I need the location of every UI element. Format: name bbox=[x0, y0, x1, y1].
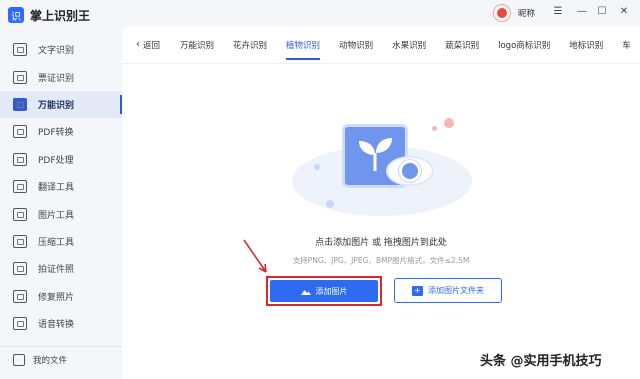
sidebar-item-label: 图片工具 bbox=[38, 210, 75, 221]
recognition-tabs: ‹ 返回 万能识别 花卉识别 植物识别 动物识别 水果识别 蔬菜识别 logo商… bbox=[122, 26, 640, 64]
decor-dot bbox=[432, 126, 437, 131]
tab-universal[interactable]: 万能识别 bbox=[180, 26, 214, 63]
decor-dot bbox=[444, 118, 454, 128]
add-image-button[interactable]: 添加图片 bbox=[270, 280, 378, 302]
sidebar-item-label: 压缩工具 bbox=[38, 237, 75, 248]
upload-hint[interactable]: 点击添加图片 或 拖拽图片到此处 bbox=[122, 235, 640, 248]
sidebar-item-voice-convert[interactable]: 语音转换 bbox=[0, 310, 122, 337]
sidebar-item-label: 拍证件照 bbox=[38, 265, 75, 276]
user-nickname[interactable]: 昵称 bbox=[518, 7, 535, 19]
camera-icon bbox=[13, 97, 27, 111]
sidebar-item-label: 翻译工具 bbox=[38, 183, 75, 194]
sidebar-item-text-recognition[interactable]: 文字识别 bbox=[0, 36, 122, 63]
plant-upload-illustration bbox=[292, 96, 482, 226]
sidebar-item-label: 万能识别 bbox=[38, 100, 75, 111]
avatar[interactable] bbox=[493, 4, 511, 22]
sidebar-item-my-files[interactable]: 我的文件 bbox=[0, 346, 122, 372]
plus-icon: + bbox=[412, 285, 423, 296]
sidebar: 识 掌上识别王 文字识别 票证识别 万能识别 PDF转换 PDF处理 翻译工具 … bbox=[0, 0, 122, 379]
compress-icon bbox=[13, 234, 27, 248]
tab-fruit[interactable]: 水果识别 bbox=[392, 26, 426, 63]
watermark: 头条 @实用手机技巧 bbox=[480, 354, 602, 369]
decor-dot bbox=[326, 200, 334, 208]
back-button[interactable]: ‹ 返回 bbox=[122, 26, 180, 63]
tab-logo[interactable]: logo商标识别 bbox=[498, 26, 550, 63]
sidebar-item-label: PDF转换 bbox=[38, 128, 74, 139]
sidebar-item-label: 语音转换 bbox=[38, 320, 75, 331]
sidebar-item-label: 文字识别 bbox=[38, 46, 75, 57]
sidebar-item-label: 票证识别 bbox=[38, 73, 75, 84]
app-brand: 识 掌上识别王 bbox=[8, 4, 90, 26]
sidebar-item-image-tools[interactable]: 图片工具 bbox=[0, 200, 122, 227]
tab-vegetable[interactable]: 蔬菜识别 bbox=[445, 26, 479, 63]
add-folder-label: 添加图片文件夹 bbox=[428, 286, 484, 295]
app-title: 掌上识别王 bbox=[30, 8, 91, 23]
sidebar-item-label: PDF处理 bbox=[38, 155, 74, 166]
pdf-convert-icon bbox=[13, 125, 27, 139]
sidebar-item-universal-recognition[interactable]: 万能识别 bbox=[0, 90, 122, 119]
sidebar-item-pdf-process[interactable]: PDF处理 bbox=[0, 146, 122, 173]
tab-animal[interactable]: 动物识别 bbox=[339, 26, 373, 63]
close-icon[interactable]: ✕ bbox=[617, 5, 631, 19]
upload-formats-note: 支持PNG、JPG、JPEG、BMP图片格式，文件≤2.5M bbox=[292, 256, 470, 265]
back-label: 返回 bbox=[143, 40, 161, 51]
main-panel: ‹ 返回 万能识别 花卉识别 植物识别 动物识别 水果识别 蔬菜识别 logo商… bbox=[122, 26, 640, 379]
tab-car[interactable]: 车 bbox=[622, 26, 631, 63]
image-icon bbox=[300, 290, 311, 295]
app-logo-icon: 识 bbox=[8, 7, 24, 23]
add-folder-button[interactable]: + 添加图片文件夹 bbox=[394, 278, 502, 303]
sidebar-item-ticket-recognition[interactable]: 票证识别 bbox=[0, 63, 122, 90]
sidebar-item-label: 修复照片 bbox=[38, 292, 75, 303]
add-image-highlight-box: 添加图片 bbox=[266, 276, 382, 306]
tab-plant[interactable]: 植物识别 bbox=[286, 26, 321, 63]
id-photo-icon bbox=[13, 262, 27, 276]
chevron-left-icon: ‹ bbox=[136, 39, 140, 50]
pdf-process-icon bbox=[13, 152, 27, 166]
sidebar-nav: 文字识别 票证识别 万能识别 PDF转换 PDF处理 翻译工具 图片工具 压缩工… bbox=[0, 36, 122, 337]
maximize-icon[interactable]: ☐ bbox=[595, 5, 609, 19]
ticket-icon bbox=[13, 70, 27, 84]
tab-flower[interactable]: 花卉识别 bbox=[233, 26, 267, 63]
sidebar-item-translate[interactable]: 翻译工具 bbox=[0, 173, 122, 200]
eye-icon bbox=[386, 156, 434, 186]
title-bar: 昵称 ☰ — ☐ ✕ bbox=[122, 0, 640, 26]
sidebar-item-photo-repair[interactable]: 修复照片 bbox=[0, 283, 122, 310]
menu-icon[interactable]: ☰ bbox=[551, 5, 565, 19]
decor-dot bbox=[314, 164, 320, 170]
sidebar-item-id-photo[interactable]: 拍证件照 bbox=[0, 255, 122, 282]
photo-repair-icon bbox=[13, 289, 27, 303]
translate-icon bbox=[13, 180, 27, 194]
add-image-label: 添加图片 bbox=[315, 286, 348, 296]
sidebar-item-compress[interactable]: 压缩工具 bbox=[0, 228, 122, 255]
tab-landmark[interactable]: 地标识别 bbox=[569, 26, 603, 63]
text-scan-icon bbox=[13, 43, 27, 57]
voice-convert-icon bbox=[13, 317, 27, 331]
red-arrow-annotation bbox=[243, 239, 267, 273]
my-files-label: 我的文件 bbox=[33, 355, 68, 366]
minimize-icon[interactable]: — bbox=[575, 5, 589, 19]
folder-icon bbox=[13, 353, 25, 366]
image-tool-icon bbox=[13, 207, 27, 221]
sidebar-item-pdf-convert[interactable]: PDF转换 bbox=[0, 118, 122, 145]
